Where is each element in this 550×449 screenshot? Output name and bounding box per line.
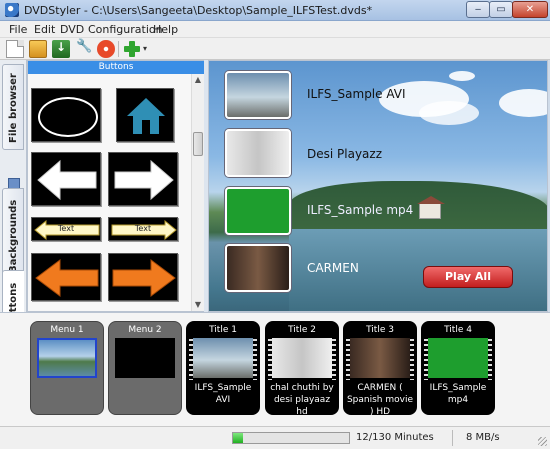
card-title: Menu 1: [50, 325, 84, 335]
film-strip: [410, 336, 414, 380]
button-arrow-left[interactable]: [31, 152, 101, 206]
status-speed: 8 MB/s: [466, 432, 500, 443]
button-home[interactable]: [116, 88, 174, 142]
film-strip: [332, 336, 336, 380]
scroll-thumb[interactable]: [193, 132, 203, 156]
button-arrow-right[interactable]: [108, 152, 178, 206]
chevron-down-icon[interactable]: ▾: [143, 44, 147, 53]
progress-fill: [233, 433, 244, 443]
button-text-left-label: Text: [57, 224, 75, 233]
settings-icon[interactable]: [75, 39, 93, 58]
resize-grip-icon[interactable]: [538, 437, 547, 446]
menu-card-2[interactable]: Menu 2: [108, 321, 182, 415]
card-thumbnail: [37, 338, 97, 378]
app-icon: [5, 3, 19, 17]
menu-card-1[interactable]: Menu 1: [30, 321, 104, 415]
tab-backgrounds[interactable]: Backgrounds: [2, 188, 24, 280]
title-card-1[interactable]: Title 1 ILFS_Sample AVI: [186, 321, 260, 415]
preview-thumb-1[interactable]: [225, 71, 291, 119]
scroll-up-icon[interactable]: ▲: [192, 74, 204, 86]
home-icon: [127, 98, 165, 134]
title-bar: DVDStyler - C:\Users\Sangeeta\Desktop\Sa…: [0, 0, 550, 21]
house: [417, 196, 445, 219]
card-description: CARMEN ( Spanish movie ) HD: [346, 383, 414, 417]
minimize-button[interactable]: ‒: [466, 1, 490, 18]
burn-icon[interactable]: [97, 40, 115, 58]
menu-help[interactable]: Help: [153, 23, 178, 36]
card-thumbnail: [350, 338, 410, 378]
menu-bar: File Edit DVD Configuration Help: [0, 21, 550, 38]
disc-usage-progress: [232, 432, 350, 444]
card-title: Menu 2: [128, 325, 162, 335]
cloud: [449, 71, 475, 81]
status-separator: [452, 430, 453, 446]
film-strip: [488, 336, 492, 380]
buttons-panel: Buttons Text Text ▲ ▼: [27, 60, 204, 312]
preview-thumb-2[interactable]: [225, 129, 291, 177]
button-text-left[interactable]: Text: [31, 217, 101, 241]
tab-backgrounds-label: Backgrounds: [8, 199, 19, 273]
card-thumbnail: [272, 338, 332, 378]
maximize-button[interactable]: ▭: [489, 1, 513, 18]
toolbar-separator: [118, 41, 119, 57]
button-text-right-label: Text: [134, 224, 152, 233]
scroll-down-icon[interactable]: ▼: [192, 299, 204, 311]
card-thumbnail: [193, 338, 253, 378]
card-title: Title 4: [444, 325, 472, 335]
titleset-strip: Menu 1 Menu 2 Title 1 ILFS_Sample AVI Ti…: [0, 312, 550, 426]
open-icon[interactable]: [29, 40, 47, 58]
menu-preview: ILFS_Sample AVI Desi Playazz ILFS_Sample…: [208, 60, 548, 312]
menu-dvd[interactable]: DVD: [60, 23, 84, 36]
arrow-right-icon: [114, 159, 174, 201]
toolbar: ▾: [0, 38, 550, 60]
close-button[interactable]: ✕: [512, 1, 548, 18]
button-orange-right[interactable]: [108, 253, 178, 301]
orange-arrow-left-icon: [35, 259, 99, 297]
button-text-right[interactable]: Text: [108, 217, 178, 241]
cloud: [419, 101, 479, 125]
save-icon[interactable]: [52, 40, 70, 58]
window-title: DVDStyler - C:\Users\Sangeeta\Desktop\Sa…: [24, 4, 373, 17]
card-thumbnail: [115, 338, 175, 378]
status-bar: 12/130 Minutes 8 MB/s: [0, 426, 550, 449]
arrow-left-icon: [37, 159, 97, 201]
preview-label-4[interactable]: CARMEN: [307, 261, 359, 275]
preview-label-2[interactable]: Desi Playazz: [307, 147, 382, 161]
preview-label-1[interactable]: ILFS_Sample AVI: [307, 87, 406, 101]
title-card-2[interactable]: Title 2 chal chuthi by desi playaaz hd: [265, 321, 339, 417]
film-strip: [253, 336, 257, 380]
menu-file[interactable]: File: [9, 23, 27, 36]
card-description: ILFS_Sample mp4: [429, 383, 487, 405]
new-icon[interactable]: [6, 40, 24, 58]
preview-thumb-4[interactable]: [225, 244, 291, 292]
tab-file-browser[interactable]: File browser: [2, 64, 24, 150]
preview-label-3[interactable]: ILFS_Sample mp4: [307, 203, 413, 217]
card-description: ILFS_Sample AVI: [194, 383, 252, 405]
card-title: Title 3: [366, 325, 394, 335]
card-title: Title 2: [288, 325, 316, 335]
panel-scrollbar[interactable]: ▲ ▼: [191, 74, 204, 311]
button-oval[interactable]: [31, 88, 101, 142]
preview-thumb-3[interactable]: [225, 187, 291, 235]
tab-file-browser-label: File browser: [8, 73, 19, 143]
menu-configuration[interactable]: Configuration: [88, 23, 163, 36]
menu-edit[interactable]: Edit: [34, 23, 55, 36]
cloud: [499, 89, 547, 117]
menu-background[interactable]: ILFS_Sample AVI Desi Playazz ILFS_Sample…: [209, 61, 547, 311]
status-minutes: 12/130 Minutes: [356, 432, 434, 443]
card-thumbnail: [428, 338, 488, 378]
title-card-4[interactable]: Title 4 ILFS_Sample mp4: [421, 321, 495, 415]
play-all-button[interactable]: Play All: [423, 266, 513, 288]
orange-arrow-right-icon: [112, 259, 176, 297]
title-card-3[interactable]: Title 3 CARMEN ( Spanish movie ) HD: [343, 321, 417, 417]
card-description: chal chuthi by desi playaaz hd: [270, 383, 334, 417]
button-orange-left[interactable]: [31, 253, 101, 301]
card-title: Title 1: [209, 325, 237, 335]
panel-header: Buttons: [28, 61, 204, 74]
add-icon[interactable]: [123, 40, 141, 58]
